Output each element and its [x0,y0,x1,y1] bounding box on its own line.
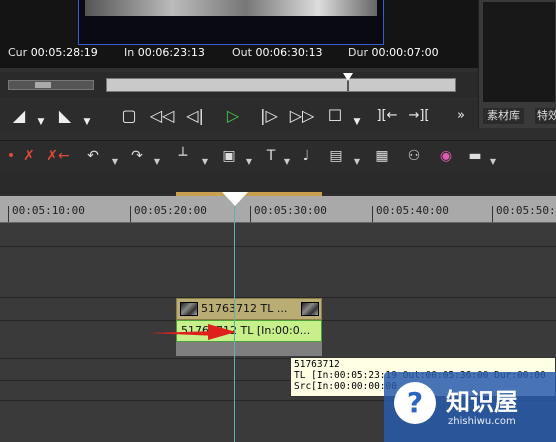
grid-icon[interactable]: ▦ [372,145,392,167]
ruler-tick [250,206,251,222]
watermark-domain: zhishiwu.com [448,416,516,427]
chevron-down-icon[interactable]: ▼ [200,151,210,173]
preview-monitor: Cur 00:05:28:19 In 00:06:23:13 Out 00:06… [0,0,478,68]
redo-icon[interactable]: ↷ [128,145,146,167]
chevron-down-icon[interactable]: ▼ [282,151,292,173]
loop-icon[interactable]: ☐ [324,106,346,126]
clip-thumbnail [301,302,319,316]
dur-timecode: Dur 00:00:07:00 [348,46,439,59]
out-timecode: Out 00:06:30:13 [232,46,323,59]
ruler-tick [492,206,493,222]
cur-label: Cur [8,46,28,59]
ruler-tick [372,206,373,222]
timeline-toolbar: • ✗ ✗← ↶ ▼ ↷ ▼ ┴ ▼ ▣ ▼ T ▼ ♩ ▤ ▼ ▦ ⚇ ◉ ▬… [0,140,556,173]
video-image [85,0,377,16]
watermark-name: 知识屋 [446,388,518,416]
playhead-handle[interactable] [222,192,248,206]
color-icon[interactable]: ◉ [436,145,456,167]
shuttle-slider[interactable] [8,80,94,90]
mark-out-icon[interactable]: ◣ [58,106,72,126]
red-arrow-annotation [148,324,236,340]
audio-clip-waveform [176,342,322,356]
match-in-icon[interactable]: ][← [374,106,400,126]
ruler-label: 00:05:20:00 [134,204,207,217]
in-value: 00:06:23:13 [137,46,205,59]
ruler-tick [130,206,131,222]
library-pane [483,2,555,102]
scrub-row [0,72,478,98]
insert-icon[interactable]: ▣ [218,145,240,167]
timeline-header-gap [0,172,556,194]
more-icon[interactable]: » [452,106,470,126]
match-out-icon[interactable]: →][ [406,106,432,126]
chevron-down-icon[interactable]: ▼ [82,112,92,132]
effect-icon[interactable]: ▤ [324,145,348,167]
in-label: In [124,46,135,59]
display-icon[interactable]: ▬ [464,145,486,167]
scissors-icon[interactable]: ✗ [18,145,40,167]
right-panel: 素材库 特效 [478,0,556,128]
ruler-label: 00:05:50:0 [496,204,556,217]
clip-thumbnail [180,302,198,316]
timeline-ruler[interactable]: 00:05:10:00 00:05:20:00 00:05:30:00 00:0… [0,196,556,223]
fast-forward-icon[interactable]: ▷▷ [288,106,316,126]
split-icon[interactable]: ┴ [172,145,194,167]
rewind-icon[interactable]: ◁◁ [148,106,176,126]
chevron-down-icon[interactable]: ▼ [352,112,362,132]
out-label: Out [232,46,252,59]
dur-value: 00:00:07:00 [371,46,439,59]
chevron-down-icon[interactable]: ▼ [110,151,120,173]
title-icon[interactable]: T [262,145,280,167]
chevron-down-icon[interactable]: ▼ [488,151,498,173]
play-icon[interactable]: ▷ [222,106,244,126]
ruler-tick [8,206,9,222]
shuttle-knob[interactable] [35,82,51,88]
tab-library[interactable]: 素材库 [483,108,524,124]
in-timecode: In 00:06:23:13 [124,46,205,59]
cut-icon[interactable]: • [6,145,16,167]
video-clip[interactable]: 51763712 TL ... [176,298,322,320]
video-clip-label: 51763712 TL ... [201,302,288,315]
step-back-icon[interactable]: ◁| [184,106,206,126]
cur-timecode: Cur 00:05:28:19 [8,46,98,59]
mixer-icon[interactable]: ⚇ [404,145,424,167]
ruler-label: 00:05:30:00 [254,204,327,217]
mic-icon[interactable]: ♩ [298,145,314,167]
ruler-label: 00:05:40:00 [376,204,449,217]
chevron-down-icon[interactable]: ▼ [352,151,362,173]
stop-icon[interactable]: ▢ [120,106,138,126]
scrub-bar[interactable] [106,73,456,92]
tab-effects[interactable]: 特效 [535,108,556,124]
dur-label: Dur [348,46,368,59]
cur-value: 00:05:28:19 [30,46,98,59]
mark-in-icon[interactable]: ◢ [12,106,26,126]
step-forward-icon[interactable]: |▷ [258,106,280,126]
tooltip-line-1: 51763712 [294,359,340,370]
ruler-label: 00:05:10:00 [12,204,85,217]
scrub-head[interactable] [343,73,353,81]
chevron-down-icon[interactable]: ▼ [244,151,254,173]
site-watermark: ? 知识屋 zhishiwu.com [384,372,556,442]
video-frame [78,0,384,45]
undo-icon[interactable]: ↶ [84,145,102,167]
chevron-down-icon[interactable]: ▼ [36,112,46,132]
chevron-down-icon[interactable]: ▼ [152,151,162,173]
track-divider [0,246,556,247]
in-out-range-bar [176,192,322,196]
transport-controls: ◢ ▼ ◣ ▼ ▢ ◁◁ ◁| ▷ |▷ ▷▷ ☐ ▼ ][← →][ » [0,100,478,132]
watermark-logo-icon: ? [394,382,436,424]
delete-icon[interactable]: ✗← [46,145,70,167]
out-value: 00:06:30:13 [255,46,323,59]
